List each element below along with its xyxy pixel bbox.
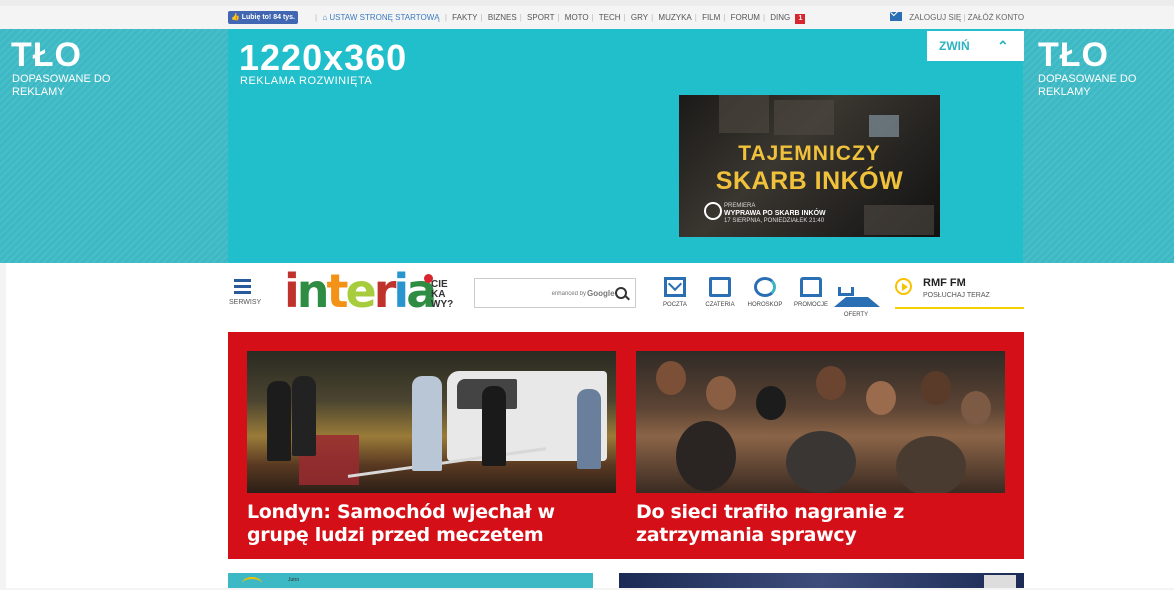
service-czateria[interactable]: CZATERIA [698,277,742,308]
top-bar: 👍 Lubię to! 84 tys. | ⌂ USTAW STRONĘ STAR… [0,0,1174,29]
hamburger-icon [234,279,251,282]
sun-icon [242,577,262,590]
nav-ding[interactable]: DING [770,13,790,22]
promo-details: PREMIERA WYPRAWA PO SKARB INKÓW 17 SIERP… [724,203,826,224]
bottom-teaser-right[interactable] [619,573,1024,588]
news-story[interactable]: Londyn: Samochód wjechał w grupę ludzi p… [247,351,616,547]
search-icon[interactable] [615,287,627,299]
login-area: ZALOGUJ SIĘ | ZAŁÓŻ KONTO [890,12,1024,22]
rmf-radio-widget[interactable]: RMF FM POSŁUCHAJ TERAZ [895,276,1024,309]
mail-icon [664,277,686,297]
register-link[interactable]: ZAŁÓŻ KONTO [968,13,1024,22]
bg-title: TŁO [1038,36,1109,74]
nav-muzyka[interactable]: MUZYKA [658,13,691,22]
nav-gry[interactable]: GRY [631,13,648,22]
story-headline[interactable]: Do sieci trafiło nagranie z zatrzymania … [636,501,1005,547]
like-label: Lubię to! 84 tys. [241,14,296,21]
top-news: Londyn: Samochód wjechał w grupę ludzi p… [228,332,1024,559]
search-box[interactable]: Google [474,278,636,308]
menu-label: SERWISY [229,299,262,306]
nav-film[interactable]: FILM [702,13,720,22]
story-image[interactable] [636,351,1005,493]
service-promocje[interactable]: PROMOCJE [789,277,833,308]
bg-title: TŁO [11,36,82,74]
service-oferty[interactable]: OFERTY [834,277,880,318]
promo-title-line2: SKARB INKÓW [715,167,904,195]
bg-subtitle: DOPASOWANE DO REKLAMY [1038,73,1137,98]
ad-background-right[interactable]: TŁO DOPASOWANE DO REKLAMY [1023,29,1174,263]
ad-background-left[interactable]: TŁO DOPASOWANE DO REKLAMY [0,29,228,263]
ad-size: 1220x360 [239,37,408,78]
thumbs-up-icon: 👍 [231,14,240,21]
bottom-teaser-left[interactable]: Jutro [228,573,593,588]
ding-badge: 1 [795,14,806,24]
teaser-thumbnail[interactable] [984,575,1016,588]
nav-forum[interactable]: FORUM [731,13,760,22]
story-image[interactable] [247,351,616,493]
nav-tech[interactable]: TECH [599,13,621,22]
promo-title-line1: TAJEMNICZY [738,142,881,165]
promo-banner[interactable]: TAJEMNICZY SKARB INKÓW PREMIERA WYPRAWA … [679,95,940,237]
home-offer-icon [834,277,880,307]
facebook-like-button[interactable]: 👍 Lubię to! 84 tys. [228,11,299,24]
horoscope-icon [754,277,776,297]
home-icon: ⌂ [322,13,328,22]
collapse-ad-button[interactable]: ZWIŃ ⌃ [927,31,1024,61]
service-horoskop[interactable]: HOROSKOP [743,277,787,308]
nav-biznes[interactable]: BIZNES [488,13,517,22]
chat-icon [709,277,731,297]
teaser-label: Jutro [288,577,300,583]
logo-wordmark: interia [284,264,437,318]
news-story[interactable]: Do sieci trafiło nagranie z zatrzymania … [636,351,1005,547]
chevron-up-icon: ⌃ [997,38,1009,54]
story-headline[interactable]: Londyn: Samochód wjechał w grupę ludzi p… [247,501,616,547]
services-menu-button[interactable]: SERWISY [229,276,265,306]
radio-name: RMF FM [923,277,966,289]
login-link[interactable]: ZALOGUJ SIĘ [909,13,961,22]
nav-sport[interactable]: SPORT [527,13,554,22]
ad-type: REKLAMA ROZWINIĘTA [240,75,373,87]
logo-tagline: CIE KA WY? [431,279,454,310]
top-border [0,0,1174,6]
site-logo[interactable]: interia CIE KA WY? [284,266,464,316]
channel-logo-icon [704,202,722,220]
google-brand: Google [587,289,615,298]
service-poczta[interactable]: POCZTA [653,277,697,308]
play-icon[interactable] [895,278,912,295]
nav-fakty[interactable]: FAKTY [452,13,477,22]
set-homepage-link[interactable]: USTAW STRONĘ STARTOWĄ [329,13,439,22]
mail-icon [890,12,902,21]
nav-moto[interactable]: MOTO [565,13,589,22]
collapse-label: ZWIŃ [939,39,970,53]
top-nav: | ⌂ USTAW STRONĘ STARTOWĄ | FAKTY | BIZNE… [312,13,806,24]
promo-icon [800,277,822,297]
bg-subtitle: DOPASOWANE DO REKLAMY [12,73,111,98]
search-input[interactable] [479,284,588,304]
radio-sub: POSŁUCHAJ TERAZ [923,292,990,299]
